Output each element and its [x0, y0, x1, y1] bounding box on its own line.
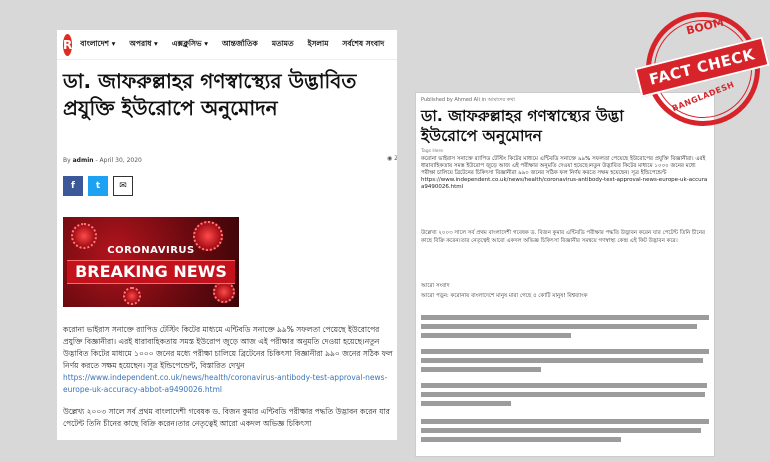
source-link[interactable]: https://www.independent.co.uk/news/healt…: [63, 372, 393, 396]
fact-check-composite: R বাংলাদেশ ▾ অপরাধ ▾ এক্সক্লুসিভ ▾ আন্তর…: [0, 0, 770, 462]
nav-item-bangladesh[interactable]: বাংলাদেশ ▾: [80, 39, 115, 51]
meta-date: - April 30, 2020: [95, 157, 142, 164]
twitter-share-button[interactable]: t: [88, 176, 108, 196]
text-line: [421, 367, 541, 372]
eye-icon: ◉: [387, 155, 393, 162]
original-article-screenshot: R বাংলাদেশ ▾ অপরাধ ▾ এক্সক্লুসিভ ▾ আন্তর…: [57, 30, 397, 440]
text-line: [421, 349, 709, 354]
text-line: [421, 437, 621, 442]
copied-source-url[interactable]: https://www.independent.co.uk/news/healt…: [421, 177, 707, 190]
nav-item-opinion[interactable]: মতামত: [272, 39, 294, 51]
view-count: ◉ 2911: [387, 155, 397, 162]
text-line: [421, 358, 703, 363]
meta-author-link[interactable]: admin: [73, 157, 94, 164]
twitter-icon: t: [95, 181, 101, 191]
copied-paragraph: উল্লেখ্য ২০০৩ সালে সর্ব প্রথম বাংলাদেশী …: [421, 230, 706, 244]
view-count-value: 2911: [394, 155, 397, 162]
coronavirus-label: CORONAVIRUS: [107, 245, 195, 256]
text-line: [421, 419, 709, 424]
breaking-news-image: CORONAVIRUS BREAKING NEWS: [63, 217, 239, 307]
article-headline: ডা. জাফরুল্লাহর গণস্বাস্থ্যের উদ্ভাবিত প…: [63, 69, 357, 120]
text-line: [421, 428, 701, 433]
facebook-icon: f: [71, 181, 75, 191]
article-paragraph: উল্লেখ্য ২০০৩ সালে সর্ব প্রথম বাংলাদেশী …: [63, 407, 390, 428]
nav-item-exclusive[interactable]: এক্সক্লুসিভ ▾: [172, 39, 208, 51]
nav-item-crime[interactable]: অপরাধ ▾: [129, 39, 157, 51]
text-line: [421, 392, 705, 397]
site-logo[interactable]: R: [63, 33, 73, 56]
article-body: করোনা ভাইরাস সনাক্তে র‍্যাপিড টেস্টিং কি…: [63, 324, 393, 440]
text-line: [421, 401, 511, 406]
text-line: [421, 383, 707, 388]
breaking-news-label: BREAKING NEWS: [67, 260, 235, 284]
meta-by: By: [63, 157, 71, 164]
text-line: [421, 333, 571, 338]
fact-check-stamp: BOOM FACT CHECK BANGLADESH: [633, 0, 770, 139]
copied-summary: করোনা ভাইরাস সনাক্তে র‍্যাপিড টেস্টিং কি…: [421, 156, 711, 191]
article-meta: By admin - April 30, 2020: [63, 157, 142, 164]
email-share-button[interactable]: ✉: [113, 176, 133, 196]
nav-item-international[interactable]: আন্তর্জাতিক: [222, 39, 258, 51]
nav-item-latest-news[interactable]: সর্বশেষ সংবাদ: [342, 39, 384, 51]
email-icon: ✉: [119, 181, 127, 191]
tags-label: Tags Here: [421, 149, 444, 154]
site-navbar: R বাংলাদেশ ▾ অপরাধ ▾ এক্সক্লুসিভ ▾ আন্তর…: [57, 30, 397, 60]
copied-summary-text: করোনা ভাইরাস সনাক্তে র‍্যাপিড টেস্টিং কি…: [421, 156, 706, 176]
nav-item-islam[interactable]: ইসলাম: [308, 39, 329, 51]
published-by: Published by Ahmed Ali in আমাদের কথা: [421, 97, 515, 103]
copied-article-screenshot: Published by Ahmed Ali in আমাদের কথা ডা.…: [415, 92, 715, 457]
related-link[interactable]: আরো পড়ুন: করোনায় বাংলাদেশে মানুষ মারা …: [421, 293, 711, 301]
text-line: [421, 324, 697, 329]
virus-graphic: [213, 281, 235, 303]
virus-graphic: [123, 287, 141, 305]
paragraph-text: করোনা ভাইরাস সনাক্তে র‍্যাপিড টেস্টিং কি…: [63, 325, 393, 370]
article-paragraph: করোনা ভাইরাস সনাক্তে র‍্যাপিড টেস্টিং কি…: [63, 324, 393, 396]
facebook-share-button[interactable]: f: [63, 176, 83, 196]
read-more-heading: আরো সংবাদ: [421, 283, 450, 289]
text-line: [421, 315, 709, 320]
